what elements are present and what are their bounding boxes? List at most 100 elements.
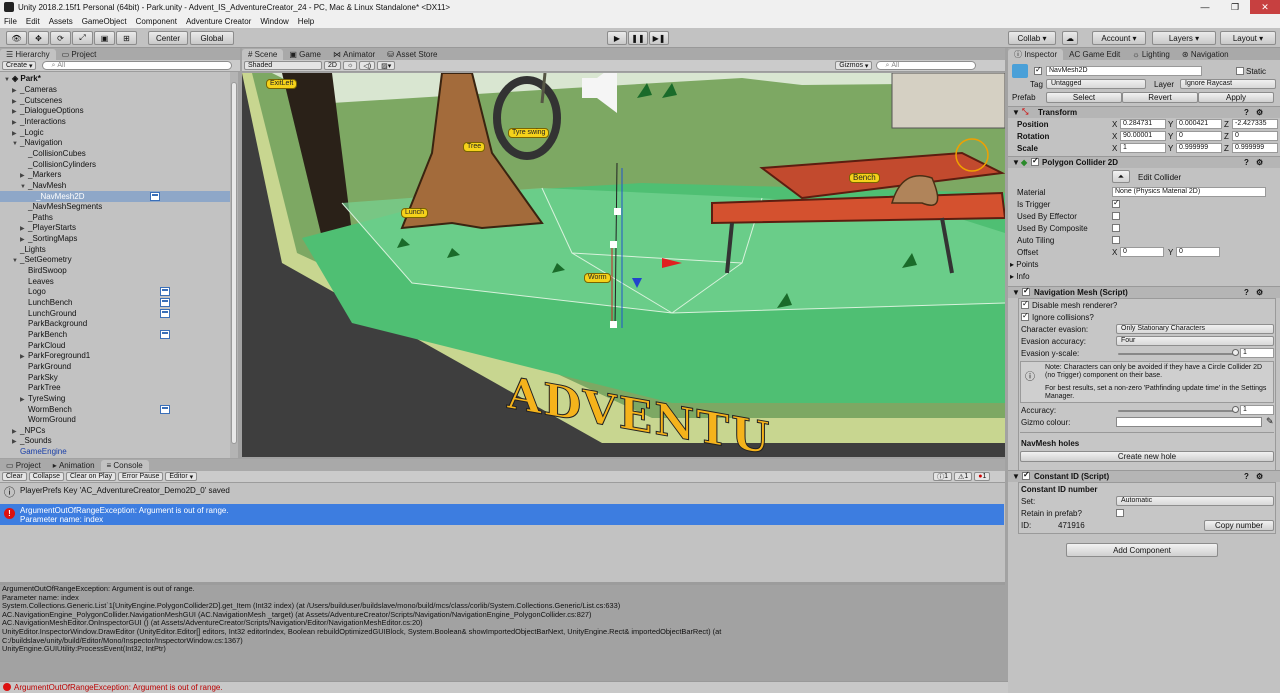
- editor-dropdown[interactable]: Editor ▾: [165, 472, 198, 481]
- tab-inspector[interactable]: ⓘ Inspector: [1008, 49, 1064, 60]
- menu-item-help[interactable]: Help: [298, 17, 314, 26]
- hierarchy-scroll-thumb[interactable]: [231, 82, 237, 444]
- info-count-toggle[interactable]: ⓘ 1: [933, 472, 953, 481]
- pivot-center-button[interactable]: Center: [148, 31, 188, 45]
- static-checkbox[interactable]: [1236, 67, 1244, 75]
- hierarchy-item[interactable]: ▶ _Interactions: [0, 116, 230, 127]
- character-evasion-dropdown[interactable]: Only Stationary Characters: [1116, 324, 1274, 334]
- hierarchy-search-input[interactable]: ⌕ All: [42, 61, 233, 70]
- audio-toggle[interactable]: ◁): [359, 61, 376, 70]
- evasion-accuracy-dropdown[interactable]: Four: [1116, 336, 1274, 346]
- hierarchy-item[interactable]: ParkCloud: [0, 340, 230, 351]
- constant-id-header[interactable]: ▼ Constant ID (Script) ? ⚙: [1008, 470, 1280, 482]
- clear-on-play-button[interactable]: Clear on Play: [65, 472, 117, 481]
- used-by-composite-checkbox[interactable]: [1112, 224, 1120, 232]
- cloud-icon[interactable]: ☁: [1062, 31, 1078, 45]
- collider-enabled-checkbox[interactable]: [1031, 156, 1039, 166]
- tab-scene[interactable]: # Scene: [242, 49, 284, 60]
- evasion-y-scale-slider[interactable]: [1118, 353, 1236, 355]
- menu-item-window[interactable]: Window: [260, 17, 288, 26]
- scale-tool-button[interactable]: ⤢: [72, 31, 93, 45]
- hierarchy-item[interactable]: ▶ TyreSwing: [0, 393, 230, 404]
- hierarchy-item[interactable]: ▶ _Cameras: [0, 84, 230, 95]
- auto-tiling-checkbox[interactable]: [1112, 236, 1120, 244]
- hierarchy-item[interactable]: ParkSky: [0, 372, 230, 383]
- scale-y-field[interactable]: 0.999999: [1176, 143, 1222, 153]
- clear-button[interactable]: Clear: [2, 472, 27, 481]
- help-icon[interactable]: ?: [1244, 472, 1249, 481]
- offset-y-field[interactable]: 0: [1176, 247, 1220, 257]
- is-trigger-checkbox[interactable]: [1112, 198, 1120, 208]
- hierarchy-item[interactable]: Logo: [0, 286, 230, 297]
- hierarchy-item[interactable]: _CollisionCylinders: [0, 159, 230, 170]
- retain-in-prefab-checkbox[interactable]: [1116, 509, 1124, 517]
- hierarchy-item[interactable]: WormGround: [0, 414, 230, 425]
- hierarchy-item[interactable]: ▶ _NPCs: [0, 425, 230, 436]
- handle-point-1[interactable]: [614, 208, 621, 215]
- handle-point-3[interactable]: [610, 321, 617, 328]
- rotation-z-field[interactable]: 0: [1232, 131, 1278, 141]
- layers-dropdown[interactable]: Layers ▾: [1152, 31, 1216, 45]
- position-z-field[interactable]: -2.427335: [1232, 119, 1278, 129]
- error-count-toggle[interactable]: ● 1: [974, 472, 991, 481]
- position-y-field[interactable]: 0.000421: [1176, 119, 1222, 129]
- hierarchy-item[interactable]: WormBench: [0, 404, 230, 415]
- scale-x-field[interactable]: 1: [1120, 143, 1166, 153]
- prefab-select-button[interactable]: Select: [1046, 92, 1122, 103]
- hierarchy-item[interactable]: _Lights: [0, 244, 230, 255]
- help-icon[interactable]: ?: [1244, 288, 1249, 297]
- collapse-button[interactable]: Collapse: [28, 472, 64, 481]
- gizmo-colour-swatch[interactable]: [1116, 417, 1262, 427]
- scale-z-field[interactable]: 0.999999: [1232, 143, 1278, 153]
- constant-id-enabled-checkbox[interactable]: [1022, 470, 1030, 480]
- eyedropper-icon[interactable]: ✎: [1266, 416, 1274, 427]
- hierarchy-item[interactable]: _Paths: [0, 212, 230, 223]
- error-pause-button[interactable]: Error Pause: [118, 472, 164, 481]
- hierarchy-item[interactable]: ▼ _SetGeometry: [0, 254, 230, 265]
- hierarchy-item[interactable]: ▶ _Cutscenes: [0, 95, 230, 106]
- play-button[interactable]: ▶: [607, 31, 627, 45]
- accuracy-knob[interactable]: [1232, 406, 1239, 413]
- settings-icon[interactable]: ⚙: [1256, 108, 1263, 117]
- view-tool-button[interactable]: 👁: [6, 31, 27, 45]
- tab-console[interactable]: ≡ Console: [100, 460, 149, 471]
- prefab-apply-button[interactable]: Apply: [1198, 92, 1274, 103]
- hierarchy-item[interactable]: ▶ _Sounds: [0, 435, 230, 446]
- navmesh-script-enabled-checkbox[interactable]: [1022, 286, 1030, 296]
- tab-ac-game-edit[interactable]: AC Game Edit: [1063, 49, 1126, 60]
- create-new-hole-button[interactable]: Create new hole: [1020, 451, 1274, 462]
- edit-collider-button[interactable]: ⏶: [1112, 170, 1130, 183]
- hierarchy-item[interactable]: Leaves: [0, 276, 230, 287]
- active-checkbox[interactable]: [1034, 65, 1042, 75]
- add-component-button[interactable]: Add Component: [1066, 543, 1218, 557]
- tab-navigation[interactable]: ⊛ Navigation: [1176, 49, 1235, 60]
- settings-icon[interactable]: ⚙: [1256, 288, 1263, 297]
- settings-icon[interactable]: ⚙: [1256, 158, 1263, 167]
- transform-tool-button[interactable]: ⊞: [116, 31, 137, 45]
- help-icon[interactable]: ?: [1244, 108, 1249, 117]
- hierarchy-item[interactable]: ▶ _Logic: [0, 127, 230, 138]
- navigation-mesh-header[interactable]: ▼ Navigation Mesh (Script) ? ⚙: [1008, 286, 1280, 298]
- tag-dropdown[interactable]: Untagged: [1046, 79, 1146, 89]
- used-by-effector-checkbox[interactable]: [1112, 212, 1120, 220]
- label-tyre-swing[interactable]: Tyre swing: [508, 128, 550, 138]
- menu-item-adventure-creator[interactable]: Adventure Creator: [186, 17, 251, 26]
- pause-button[interactable]: ❚❚: [628, 31, 648, 45]
- polygon-collider-header[interactable]: ▼ ◆ Polygon Collider 2D ? ⚙: [1008, 156, 1280, 168]
- collab-dropdown[interactable]: Collab ▾: [1008, 31, 1056, 45]
- hierarchy-scrollbar[interactable]: [230, 72, 238, 458]
- close-button[interactable]: ✕: [1250, 0, 1280, 14]
- menu-item-component[interactable]: Component: [136, 17, 177, 26]
- move-tool-button[interactable]: ✥: [28, 31, 49, 45]
- accuracy-field[interactable]: 1: [1240, 405, 1274, 415]
- ignore-collisions-checkbox[interactable]: [1021, 311, 1029, 321]
- scene-viewport[interactable]: ExitLeft Tree Tyre swing Lunch Worm Benc…: [242, 73, 1005, 457]
- minimize-button[interactable]: —: [1190, 0, 1220, 14]
- hierarchy-item[interactable]: LunchGround: [0, 308, 230, 319]
- material-field[interactable]: None (Physics Material 2D): [1112, 187, 1266, 197]
- set-dropdown[interactable]: Automatic: [1116, 496, 1274, 506]
- tab-asset-store[interactable]: ⛁ Asset Store: [381, 49, 443, 60]
- rect-tool-button[interactable]: ▣: [94, 31, 115, 45]
- disable-mesh-renderer-checkbox[interactable]: [1021, 299, 1029, 309]
- handle-point-2[interactable]: [610, 241, 617, 248]
